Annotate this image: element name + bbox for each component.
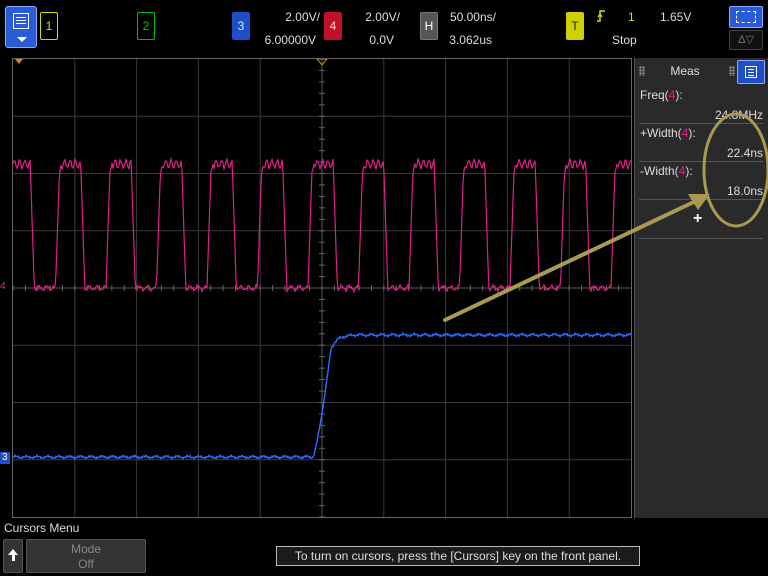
horizontal-scale: 50.00ns/ <box>449 10 496 24</box>
channel-4-ground-marker[interactable]: 4 <box>0 281 6 293</box>
divider <box>639 238 763 239</box>
measurement-label-close: ): <box>688 126 696 140</box>
trigger-button[interactable]: T <box>566 12 584 40</box>
run-state: Stop <box>612 33 637 47</box>
rising-edge-icon <box>596 9 606 26</box>
channel-4-button[interactable]: 4 <box>324 12 342 40</box>
measurement-label: Freq( <box>640 88 669 102</box>
measurement-menu-button[interactable] <box>737 60 765 84</box>
main-menu-button[interactable] <box>5 6 37 48</box>
zoom-button[interactable] <box>729 6 763 28</box>
measurement-label-close: ): <box>675 88 683 102</box>
divider <box>639 123 763 124</box>
menu-icon <box>13 13 29 29</box>
add-measurement-icon[interactable]: + <box>693 210 702 228</box>
waveform-display[interactable] <box>12 58 632 518</box>
measurement-panel-title: Meas <box>670 64 700 78</box>
mode-value: Off <box>78 557 94 571</box>
menu-title: Cursors Menu <box>4 521 80 535</box>
trigger-source: 1 <box>628 10 635 24</box>
channel-1-button[interactable]: 1 <box>40 12 58 40</box>
measurement-label: +Width( <box>640 126 682 140</box>
mode-label: Mode <box>70 542 102 556</box>
divider <box>639 161 763 162</box>
measurement-panel: Meas Freq(4): 24.8MHz +Width(4): 22.4ns … <box>634 58 768 518</box>
measurement-label: -Width( <box>640 164 679 178</box>
drag-handle-icon[interactable] <box>729 66 735 76</box>
channel-3-button[interactable]: 3 <box>232 12 250 40</box>
divider <box>639 199 763 200</box>
channel-3-ground-marker[interactable]: 3 <box>0 452 10 464</box>
measurement-value: 22.4ns <box>726 146 763 160</box>
back-button[interactable] <box>3 539 23 573</box>
measurement-label-close: ): <box>685 164 693 178</box>
status-message: To turn on cursors, press the [Cursors] … <box>276 546 640 566</box>
softkey-menu-bar: Cursors Menu Mode Off To turn on cursors… <box>0 518 768 576</box>
channel-3-offset: 6.00000V <box>264 33 316 47</box>
measurement-value: 24.8MHz <box>714 108 763 122</box>
trigger-position-marker <box>15 59 23 64</box>
channel-4-scale: 2.00V/ <box>365 10 400 24</box>
mode-softkey[interactable]: Mode Off <box>26 539 146 573</box>
horizontal-delay: 3.062us <box>449 33 492 47</box>
channel-2-button[interactable]: 2 <box>137 12 155 40</box>
waveform-graticule <box>13 59 631 517</box>
horizontal-button[interactable]: H <box>420 12 438 40</box>
channel-3-scale: 2.00V/ <box>285 10 320 24</box>
trigger-level: 1.65V <box>660 10 692 24</box>
delta-button[interactable]: Δ▽ <box>729 30 763 50</box>
measurement-value: 18.0ns <box>726 184 763 198</box>
chevron-down-icon <box>17 37 27 42</box>
top-status-bar: 1 2 3 2.00V/ 6.00000V 4 2.00V/ 0.0V H 50… <box>0 0 768 56</box>
channel-4-offset: 0.0V <box>369 33 394 47</box>
